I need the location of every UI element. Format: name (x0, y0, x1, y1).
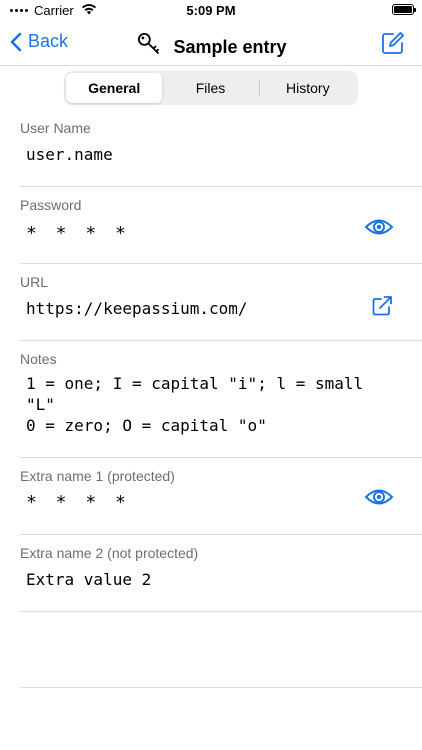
entry-header: Sample entry (0, 30, 422, 65)
show-value-button[interactable] (364, 487, 394, 512)
show-password-button[interactable] (364, 217, 394, 242)
status-bar: Carrier 5:09 PM (0, 0, 422, 22)
tab-general[interactable]: General (66, 73, 163, 103)
field-value-masked[interactable]: * * * * (26, 492, 396, 513)
field-url[interactable]: URL https://keepassium.com/ (20, 264, 422, 341)
field-label: URL (20, 274, 49, 290)
field-notes[interactable]: Notes 1 = one; I = capital "i"; l = smal… (20, 341, 422, 458)
tab-history[interactable]: History (260, 73, 356, 103)
field-label: Notes (20, 351, 57, 367)
field-value[interactable]: user.name (26, 144, 396, 165)
open-url-button[interactable] (370, 294, 394, 323)
field-label: User Name (20, 120, 91, 136)
navigation-bar: Back Sample entry (0, 22, 422, 66)
field-label: Password (20, 197, 82, 213)
field-label: Extra name 2 (not protected) (20, 545, 199, 561)
edit-button[interactable] (380, 30, 406, 61)
battery-icon (392, 4, 416, 15)
status-time: 5:09 PM (186, 3, 236, 18)
eye-icon (364, 219, 394, 235)
field-username[interactable]: User Name user.name (20, 110, 422, 187)
edit-icon (382, 32, 404, 54)
entry-fields: User Name user.name Password * * * * URL… (0, 110, 422, 688)
field-label: Extra name 1 (protected) (20, 468, 175, 484)
empty-row (20, 612, 422, 688)
field-password[interactable]: Password * * * * (20, 187, 422, 264)
page-title: Sample entry (173, 37, 287, 57)
section-tabs: General Files History (64, 71, 358, 105)
field-extra-2[interactable]: Extra name 2 (not protected) Extra value… (20, 535, 422, 612)
key-icon (135, 30, 165, 65)
external-link-icon (372, 296, 392, 316)
field-extra-1[interactable]: Extra name 1 (protected) * * * * (20, 458, 422, 535)
field-value[interactable]: Extra value 2 (26, 569, 396, 590)
tab-files[interactable]: Files (162, 73, 258, 103)
field-value-masked[interactable]: * * * * (26, 223, 396, 244)
field-value[interactable]: 1 = one; I = capital "i"; l = small "L" … (26, 373, 396, 436)
eye-icon (364, 489, 394, 505)
field-value[interactable]: https://keepassium.com/ (26, 298, 396, 319)
